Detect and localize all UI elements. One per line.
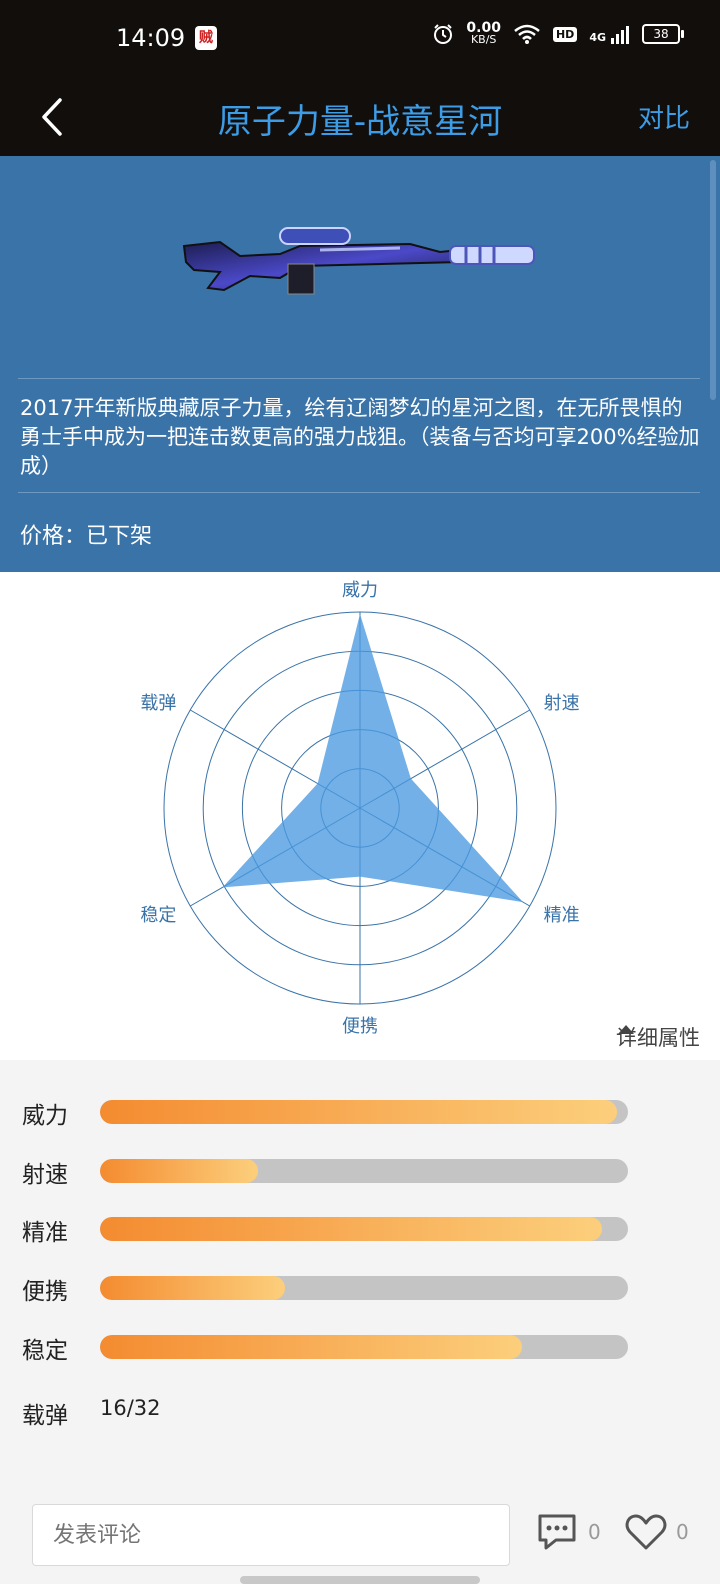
stat-row: 威力 bbox=[0, 1092, 720, 1132]
signal-icon bbox=[611, 26, 629, 44]
ammo-row: 载弹 16/32 bbox=[0, 1392, 720, 1432]
caret-up-icon bbox=[618, 1025, 634, 1034]
comment-icon[interactable] bbox=[536, 1512, 578, 1552]
ammo-value: 16/32 bbox=[100, 1396, 161, 1420]
signal-indicator: 4G bbox=[589, 24, 630, 44]
radar-polygon bbox=[222, 614, 523, 903]
radar-label: 载弹 bbox=[140, 693, 176, 714]
stat-row: 射速 bbox=[0, 1151, 720, 1191]
stat-bar-fill bbox=[100, 1100, 618, 1124]
stat-bar-track bbox=[100, 1159, 628, 1183]
stat-bar-track bbox=[100, 1217, 628, 1241]
stat-bar-fill bbox=[100, 1335, 523, 1359]
weapon-price: 价格：已下架 bbox=[20, 524, 153, 549]
radar-label: 精准 bbox=[544, 905, 580, 926]
radar-svg: 威力射速精准便携 稳定 载弹 bbox=[140, 580, 580, 1037]
comment-count: 0 bbox=[588, 1520, 601, 1544]
stat-bar-fill bbox=[100, 1159, 259, 1183]
status-time: 14:09 bbox=[116, 24, 186, 52]
radar-label: 便携 bbox=[342, 1016, 378, 1037]
wifi-icon bbox=[514, 24, 540, 44]
stat-label: 精准 bbox=[22, 1220, 68, 1246]
battery-icon: 38 bbox=[642, 24, 684, 44]
weapon-description: 2017开年新版典藏原子力量，绘有辽阔梦幻的星河之图，在无所畏惧的勇士手中成为一… bbox=[20, 396, 700, 478]
detail-toggle-button[interactable]: 详细属性 bbox=[616, 1022, 700, 1052]
stat-bar-track bbox=[100, 1276, 628, 1300]
radar-label: 威力 bbox=[342, 580, 378, 601]
app-notification-icon: 贼 bbox=[195, 26, 217, 50]
hd-icon: HD bbox=[552, 26, 578, 42]
radar-label: 稳定 bbox=[140, 905, 176, 926]
alarm-icon bbox=[434, 24, 453, 44]
stat-row: 精准 bbox=[0, 1209, 720, 1249]
stat-row: 稳定 bbox=[0, 1327, 720, 1367]
weapon-image bbox=[182, 227, 535, 295]
stat-bar-fill bbox=[100, 1276, 285, 1300]
heart-icon[interactable] bbox=[624, 1512, 668, 1552]
home-indicator[interactable] bbox=[240, 1576, 480, 1584]
stat-bar-track bbox=[100, 1335, 628, 1359]
nav-bar: 原子力量-战意星河 对比 bbox=[0, 82, 720, 156]
stat-label: 稳定 bbox=[22, 1338, 68, 1364]
divider bbox=[18, 492, 700, 493]
status-icons: 0.00 KB/S HD 4G 38 bbox=[432, 21, 684, 46]
comment-bar: 0 0 bbox=[0, 1496, 720, 1584]
radar-label: 射速 bbox=[544, 693, 580, 714]
scrollbar[interactable] bbox=[710, 160, 716, 400]
page-title: 原子力量-战意星河 bbox=[217, 102, 503, 142]
status-bar: 14:09 贼 0.00 KB/S HD 4G 38 bbox=[0, 0, 720, 82]
radar-chart: 威力射速精准便携 稳定 载弹 详细属性 bbox=[0, 572, 720, 1060]
net-speed-unit: KB/S bbox=[470, 33, 497, 46]
compare-button[interactable]: 对比 bbox=[638, 98, 690, 135]
network-type: 4G bbox=[589, 31, 606, 44]
weapon-hero: 2017开年新版典藏原子力量，绘有辽阔梦幻的星河之图，在无所畏惧的勇士手中成为一… bbox=[0, 156, 720, 572]
stat-label: 射速 bbox=[22, 1162, 68, 1188]
stat-label: 便携 bbox=[22, 1279, 68, 1305]
stat-bar-track bbox=[100, 1100, 628, 1124]
comment-input[interactable] bbox=[32, 1504, 510, 1566]
stat-bar-fill bbox=[100, 1217, 602, 1241]
divider bbox=[18, 378, 700, 379]
ammo-label: 载弹 bbox=[22, 1403, 68, 1429]
like-count: 0 bbox=[676, 1520, 689, 1544]
stat-label: 威力 bbox=[22, 1103, 68, 1129]
net-speed: 0.00 KB/S bbox=[466, 21, 501, 46]
stat-row: 便携 bbox=[0, 1268, 720, 1308]
